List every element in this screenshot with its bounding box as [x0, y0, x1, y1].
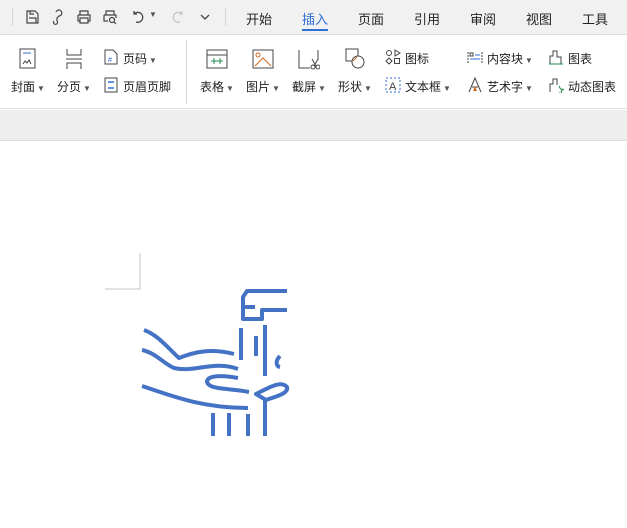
shape-label: 形状 — [338, 80, 363, 94]
tab-page[interactable]: 页面 — [358, 9, 384, 28]
page-break-label: 分页 — [57, 80, 82, 94]
dynamic-chart-icon — [549, 78, 564, 93]
shape-icon[interactable] — [344, 48, 366, 70]
page-number-button[interactable]: 页码 ▼ — [123, 50, 157, 67]
chart-icon — [549, 50, 563, 65]
tab-view[interactable]: 视图 — [526, 9, 552, 28]
picture-button[interactable]: 图片 ▼ — [246, 78, 280, 95]
header-footer-button[interactable]: 页眉页脚 — [123, 78, 171, 95]
page-number-label: 页码 — [123, 52, 148, 66]
title-bar: ▼ 开始 插入 页面 引用 审阅 视图 工具 — [0, 0, 627, 35]
cover-label: 封面 — [11, 80, 36, 94]
more-icon[interactable] — [197, 9, 213, 25]
header-footer-icon — [104, 77, 118, 93]
document-page[interactable] — [0, 141, 627, 528]
upper-hand-shape — [143, 328, 235, 360]
undo-icon[interactable] — [130, 9, 146, 25]
dynamic-chart-button[interactable]: 动态图表 — [568, 78, 616, 95]
tab-start[interactable]: 开始 — [246, 9, 272, 28]
content-block-label: 内容块 — [487, 52, 524, 66]
format-painter-icon[interactable] — [50, 9, 66, 25]
textbox-icon: A — [385, 77, 401, 93]
save-icon[interactable] — [24, 9, 40, 25]
handwashing-illustration — [141, 289, 290, 436]
tab-references[interactable]: 引用 — [414, 9, 440, 28]
wordart-button[interactable]: 艺术字 ▼ — [487, 78, 533, 95]
svg-text:#: # — [108, 57, 112, 64]
cover-icon[interactable] — [17, 48, 39, 70]
wordart-label: 艺术字 — [487, 80, 524, 94]
divider — [225, 8, 226, 26]
lower-hand-shape — [141, 384, 249, 410]
screenshot-label: 截屏 — [292, 80, 317, 94]
water-drop-shape — [274, 354, 282, 369]
wordart-icon — [468, 77, 482, 93]
tab-review[interactable]: 审阅 — [470, 9, 496, 28]
ribbon-insert: 封面 ▼ 分页 ▼ # 页码 ▼ 页眉页脚 表格 ▼ 图片 ▼ 截屏 ▼ 形状 ▼ 图标 A … — [0, 36, 627, 109]
table-label: 表格 — [200, 80, 225, 94]
shape-button[interactable]: 形状 ▼ — [338, 78, 372, 95]
screenshot-icon[interactable] — [298, 48, 320, 70]
textbox-label: 文本框 — [405, 80, 442, 94]
page-break-button[interactable]: 分页 ▼ — [57, 78, 91, 95]
picture-icon[interactable] — [252, 48, 274, 70]
content-block-icon — [467, 52, 483, 63]
content-block-button[interactable]: 内容块 ▼ — [487, 50, 533, 67]
finger-lines-shape — [211, 400, 267, 436]
tab-tools[interactable]: 工具 — [582, 9, 608, 28]
print-preview-icon[interactable] — [102, 9, 118, 25]
redo-icon — [172, 11, 183, 23]
faucet-shape — [241, 289, 287, 321]
tab-insert[interactable]: 插入 — [302, 9, 329, 31]
picture-label: 图片 — [246, 80, 271, 94]
svg-text:A: A — [389, 81, 397, 93]
upper-hand-back-shape — [141, 348, 239, 372]
print-icon[interactable] — [76, 9, 92, 25]
table-icon[interactable] — [206, 48, 228, 70]
divider — [12, 8, 13, 26]
screenshot-button[interactable]: 截屏 ▼ — [292, 78, 326, 95]
divider — [186, 40, 187, 104]
table-button[interactable]: 表格 ▼ — [200, 78, 234, 95]
cover-button[interactable]: 封面 ▼ — [11, 78, 45, 95]
margin-corner-mark — [105, 253, 141, 290]
thumb-shape — [205, 374, 250, 394]
chart-button[interactable]: 图表 — [568, 50, 592, 67]
page-break-icon[interactable] — [63, 48, 85, 70]
ruler-area — [0, 110, 627, 141]
page-number-icon: # — [104, 49, 118, 65]
textbox-button[interactable]: 文本框 ▼ — [405, 78, 451, 95]
right-hand-shape — [254, 382, 290, 402]
icon-library-icon — [385, 49, 401, 65]
undo-dropdown-icon[interactable]: ▼ — [149, 10, 157, 19]
icon-button[interactable]: 图标 — [405, 50, 429, 67]
water-stream-shape — [239, 325, 267, 376]
